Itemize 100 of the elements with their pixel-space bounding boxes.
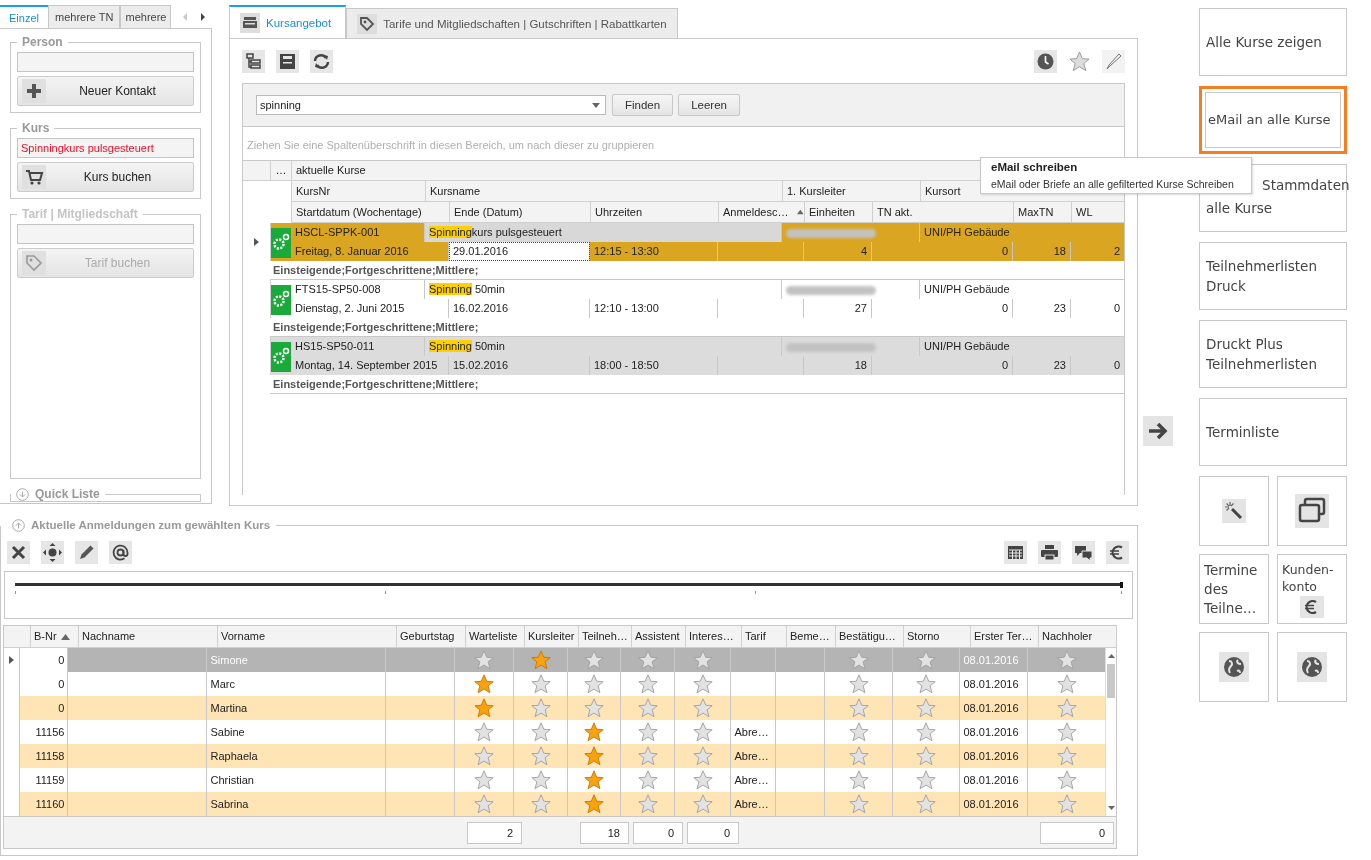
star-icon[interactable]	[915, 649, 938, 671]
expand-down-icon[interactable]	[16, 487, 29, 501]
star-icon[interactable]	[915, 721, 938, 743]
star-icon[interactable]	[636, 721, 659, 743]
star-icon[interactable]	[473, 673, 496, 695]
star-icon[interactable]	[529, 697, 552, 719]
column-header[interactable]: B-Nr	[30, 626, 78, 647]
column-header[interactable]: Nachholer	[1038, 626, 1116, 647]
column-header[interactable]: Tarif	[741, 626, 786, 647]
column-header[interactable]: TN akt.	[873, 202, 1014, 222]
search-field[interactable]: spinning	[256, 95, 606, 115]
clock-icon[interactable]	[1034, 50, 1057, 73]
scrollbar-thumb[interactable]	[1107, 664, 1116, 698]
search-button[interactable]: Finden	[612, 94, 674, 116]
column-header[interactable]: Startdatum (Wochentage)	[292, 202, 450, 222]
action-button[interactable]: Druckt Plus Teilnehmerlisten	[1199, 320, 1348, 388]
star-icon[interactable]	[1055, 745, 1078, 767]
star-icon[interactable]	[473, 745, 496, 767]
star-icon[interactable]	[1055, 793, 1078, 815]
star-icon[interactable]	[847, 721, 870, 743]
panel-tab[interactable]: Kursangebot	[229, 5, 347, 38]
action-button[interactable]: eMail an alle Kurse	[1199, 86, 1348, 154]
star-icon[interactable]	[1055, 649, 1078, 671]
star-icon[interactable]	[1055, 721, 1078, 743]
star-icon[interactable]	[473, 649, 496, 671]
action-button[interactable]: Termine des Teilne…	[1199, 554, 1270, 624]
star-icon[interactable]	[691, 745, 714, 767]
dropdown-icon[interactable]	[592, 102, 600, 108]
column-header[interactable]: KursNr	[292, 181, 426, 201]
refresh-icon[interactable]	[310, 50, 333, 73]
column-header[interactable]: Uhrzeiten	[591, 202, 719, 222]
chat-icon[interactable]	[1072, 540, 1095, 564]
star-icon[interactable]	[583, 673, 606, 695]
book-course-button[interactable]: Kurs buchen	[17, 162, 194, 192]
star-icon[interactable]	[583, 697, 606, 719]
star-icon[interactable]	[583, 721, 606, 743]
table-row[interactable]: 0 Martina 08.01.2016	[19, 696, 1106, 720]
column-header[interactable]: 1. Kursleiter	[783, 181, 921, 201]
scroll-left-icon[interactable]	[181, 11, 190, 22]
panel-tab[interactable]: mehrere TN	[48, 5, 121, 28]
star-icon[interactable]	[636, 649, 659, 671]
star-icon[interactable]	[529, 793, 552, 815]
star-icon[interactable]	[691, 793, 714, 815]
tree-view-icon[interactable]	[242, 50, 265, 73]
star-icon[interactable]	[847, 745, 870, 767]
icon-button[interactable]	[1199, 632, 1270, 702]
icon-button[interactable]	[1277, 476, 1348, 546]
star-icon[interactable]	[473, 697, 496, 719]
column-header[interactable]: Einheiten	[805, 202, 873, 222]
column-header[interactable]: Teilneh…	[578, 626, 631, 647]
star-icon[interactable]	[915, 745, 938, 767]
course-field[interactable]: Spinningkurs pulsgesteuert	[17, 138, 194, 158]
vertical-scrollbar[interactable]	[1105, 648, 1116, 816]
column-header[interactable]: Assistent	[631, 626, 685, 647]
star-icon[interactable]	[915, 769, 938, 791]
star-icon[interactable]	[915, 697, 938, 719]
star-icon[interactable]	[691, 649, 714, 671]
collapse-up-icon[interactable]	[12, 518, 25, 532]
star-icon[interactable]	[583, 649, 606, 671]
action-button[interactable]: Terminliste	[1199, 398, 1348, 466]
star-icon[interactable]	[636, 745, 659, 767]
star-icon[interactable]	[915, 673, 938, 695]
column-header[interactable]: Nachname	[78, 626, 217, 647]
panel-tab[interactable]: Tarife und Mitgliedschaften | Gutschriften | Rabattkarten	[346, 8, 678, 38]
star-icon[interactable]	[691, 769, 714, 791]
scroll-right-icon[interactable]	[199, 11, 208, 22]
icon-button[interactable]	[1277, 632, 1348, 702]
column-chooser-button[interactable]: …	[270, 161, 291, 180]
star-icon[interactable]	[847, 793, 870, 815]
column-header[interactable]: Bestätigu…	[835, 626, 903, 647]
star-icon[interactable]	[636, 697, 659, 719]
star-icon[interactable]	[583, 793, 606, 815]
star-icon[interactable]	[583, 769, 606, 791]
euro-icon[interactable]	[1106, 540, 1129, 564]
star-icon[interactable]	[1055, 673, 1078, 695]
action-button[interactable]: Alle Kurse zeigen	[1199, 8, 1348, 76]
search-button[interactable]: Leeren	[678, 94, 740, 116]
new-contact-button[interactable]: Neuer Kontakt	[17, 76, 194, 106]
star-icon[interactable]	[847, 673, 870, 695]
column-header[interactable]: WL	[1072, 202, 1124, 222]
star-icon[interactable]	[915, 793, 938, 815]
save-icon[interactable]	[276, 50, 299, 73]
move-icon[interactable]	[41, 540, 64, 564]
column-header[interactable]: Anmeldesc…	[719, 202, 805, 222]
column-header[interactable]: Interes…	[685, 626, 741, 647]
star-icon[interactable]	[1055, 697, 1078, 719]
star-icon[interactable]	[583, 745, 606, 767]
star-icon[interactable]	[636, 769, 659, 791]
column-header[interactable]: Ende (Datum)	[450, 202, 591, 222]
column-header[interactable]: Kursleiter	[524, 626, 578, 647]
panel-tab[interactable]: mehrere	[120, 5, 172, 28]
column-header[interactable]: Vorname	[217, 626, 396, 647]
star-icon[interactable]	[529, 721, 552, 743]
close-icon[interactable]	[7, 540, 30, 564]
action-button[interactable]: Teilnehmerlisten Druck	[1199, 242, 1348, 310]
star-icon[interactable]	[473, 769, 496, 791]
column-header[interactable]: Warteliste	[465, 626, 524, 647]
star-icon[interactable]	[473, 793, 496, 815]
column-header[interactable]: Kursname	[426, 181, 783, 201]
star-icon[interactable]	[636, 673, 659, 695]
